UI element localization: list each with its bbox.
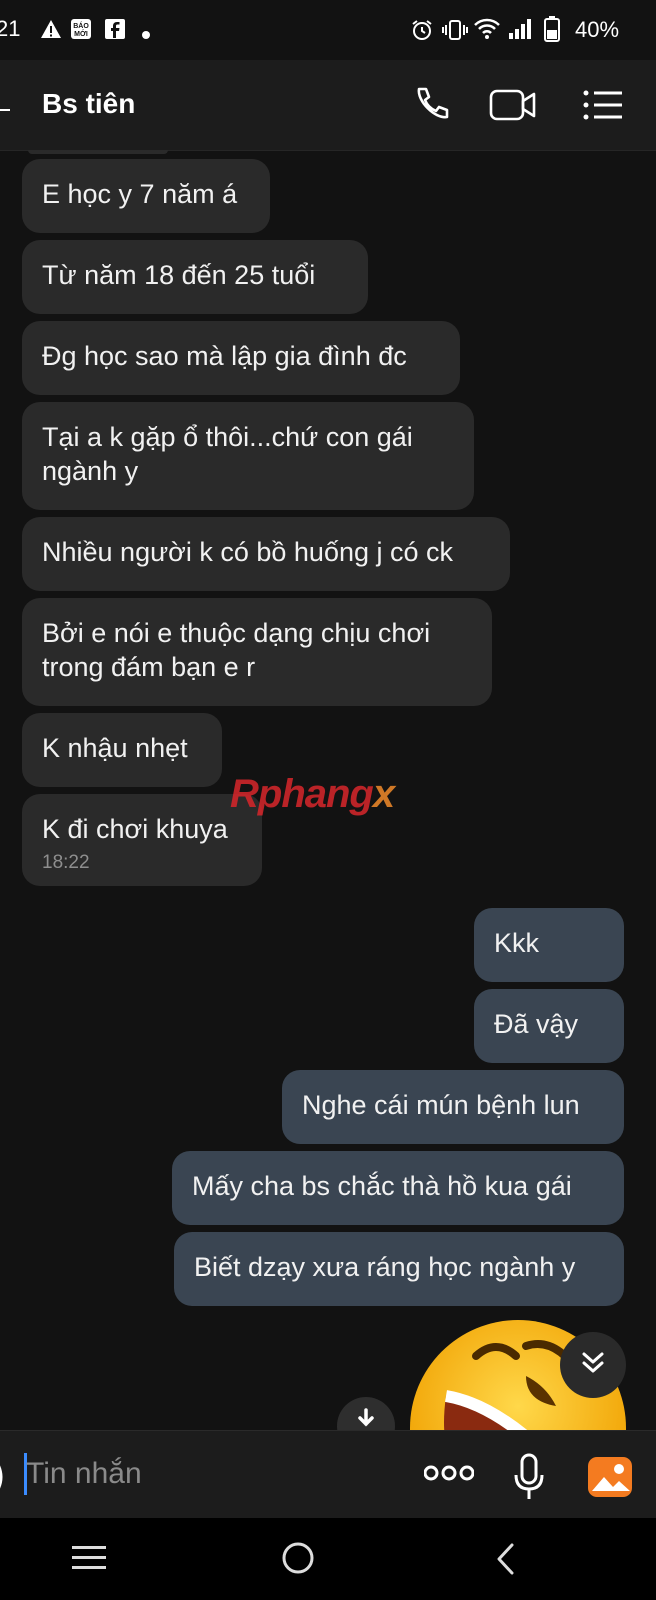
message-timestamp: 18:22 bbox=[42, 852, 90, 873]
message-text: Đã vậy bbox=[494, 1009, 579, 1039]
message-outgoing[interactable]: Biết dzạy xưa ráng học ngành y bbox=[174, 1232, 624, 1306]
message-outgoing[interactable]: Nghe cái mún bệnh lun bbox=[282, 1070, 624, 1144]
message-incoming[interactable]: K đi chơi khuya 18:22 bbox=[22, 794, 262, 886]
message-text: E học y 7 năm á bbox=[42, 179, 238, 209]
previous-message-edge bbox=[28, 150, 168, 154]
message-text: K nhậu nhẹt bbox=[42, 733, 188, 763]
message-text: K đi chơi khuya bbox=[42, 814, 228, 844]
status-bar: 21 BÁO MỚI 40% bbox=[0, 0, 656, 60]
message-incoming[interactable]: K nhậu nhẹt bbox=[22, 713, 222, 787]
message-incoming[interactable]: Tại a k gặp ổ thôi...chứ con gái ngành y bbox=[22, 402, 474, 510]
message-incoming[interactable]: Bởi e nói e thuộc dạng chịu chơi trong đ… bbox=[22, 598, 492, 706]
message-input[interactable]: Tin nhắn bbox=[26, 1457, 142, 1491]
back-nav-icon[interactable] bbox=[494, 1542, 516, 1581]
video-icon[interactable] bbox=[488, 82, 538, 128]
message-incoming[interactable]: Từ năm 18 đến 25 tuổi bbox=[22, 240, 368, 314]
back-icon[interactable] bbox=[0, 100, 10, 118]
vibrate-icon bbox=[442, 18, 468, 47]
phone-icon[interactable] bbox=[406, 82, 456, 128]
watermark: Rphangx bbox=[230, 772, 395, 817]
message-outgoing[interactable]: Đã vậy bbox=[474, 989, 624, 1063]
watermark-main: Rphang bbox=[230, 772, 374, 816]
message-text: Đg học sao mà lập gia đình đc bbox=[42, 341, 407, 371]
message-text: Mấy cha bs chắc thà hồ kua gái bbox=[192, 1171, 572, 1201]
battery-icon bbox=[544, 16, 560, 47]
menu-icon[interactable] bbox=[578, 82, 628, 128]
facebook-icon bbox=[104, 18, 126, 45]
watermark-accent: x bbox=[372, 772, 395, 816]
contact-name[interactable]: Bs tiên bbox=[42, 88, 135, 120]
recent-apps-icon[interactable] bbox=[72, 1544, 106, 1577]
message-incoming[interactable]: Đg học sao mà lập gia đình đc bbox=[22, 321, 460, 395]
scroll-to-bottom-button[interactable] bbox=[560, 1332, 626, 1398]
more-options-icon[interactable] bbox=[423, 1463, 475, 1488]
message-text: Nghe cái mún bệnh lun bbox=[302, 1090, 580, 1120]
message-text: Tại a k gặp ổ thôi...chứ con gái ngành y bbox=[42, 422, 413, 486]
double-chevron-down-icon bbox=[578, 1348, 608, 1383]
message-text: Kkk bbox=[494, 928, 540, 958]
sticker-icon[interactable] bbox=[0, 1459, 8, 1500]
svg-text:BÁO: BÁO bbox=[73, 21, 89, 30]
message-incoming[interactable]: Nhiều người k có bồ huống j có ck bbox=[22, 517, 510, 591]
chat-header: Bs tiên bbox=[0, 60, 656, 151]
wifi-icon bbox=[474, 18, 500, 45]
message-outgoing[interactable]: Kkk bbox=[474, 908, 624, 982]
dot-icon bbox=[142, 26, 150, 44]
message-incoming[interactable]: E học y 7 năm á bbox=[22, 159, 270, 233]
status-time: 21 bbox=[0, 16, 21, 41]
system-nav-bar bbox=[0, 1518, 656, 1600]
svg-text:MỚI: MỚI bbox=[74, 29, 88, 38]
baomoi-icon: BÁO MỚI bbox=[70, 18, 92, 45]
message-input-bar: Tin nhắn bbox=[0, 1430, 656, 1519]
scroll-bottom-small-button[interactable] bbox=[336, 1396, 396, 1430]
message-text: Từ năm 18 đến 25 tuổi bbox=[42, 260, 316, 290]
signal-icon bbox=[508, 18, 532, 45]
message-outgoing[interactable]: Mấy cha bs chắc thà hồ kua gái bbox=[172, 1151, 624, 1225]
message-text: Nhiều người k có bồ huống j có ck bbox=[42, 537, 454, 567]
microphone-icon[interactable] bbox=[512, 1453, 546, 1506]
message-text: Biết dzạy xưa ráng học ngành y bbox=[194, 1252, 576, 1282]
warning-icon bbox=[40, 18, 62, 45]
home-icon[interactable] bbox=[280, 1540, 316, 1581]
gallery-icon[interactable] bbox=[586, 1455, 634, 1504]
battery-percent: 40% bbox=[575, 17, 620, 42]
message-text: Bởi e nói e thuộc dạng chịu chơi trong đ… bbox=[42, 618, 431, 682]
alarm-icon bbox=[410, 18, 434, 47]
